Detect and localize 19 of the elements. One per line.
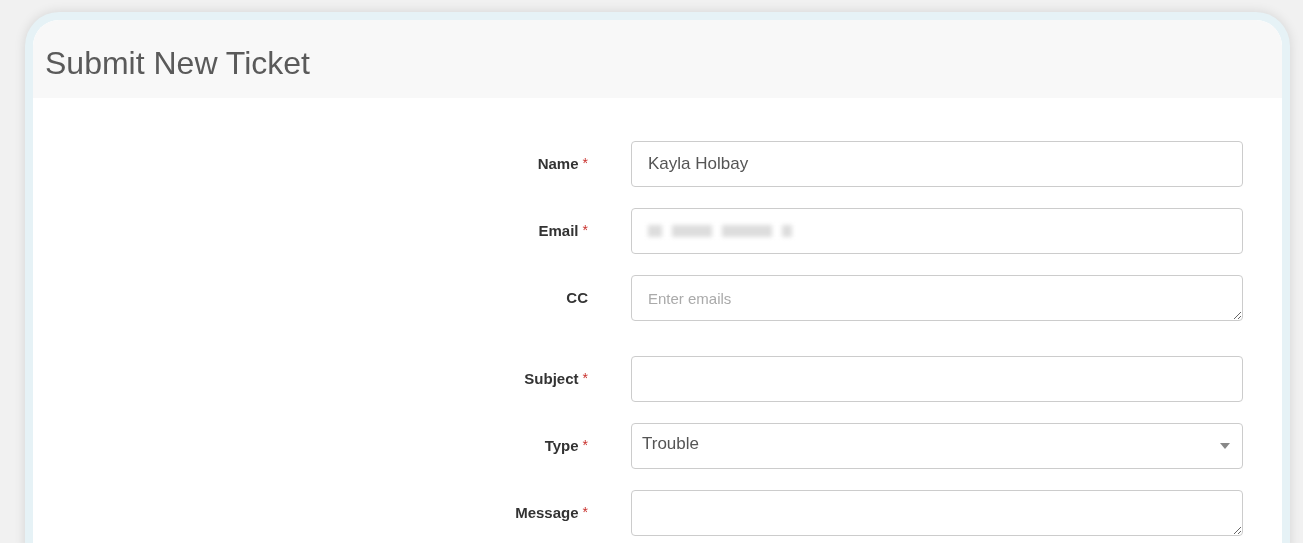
field-label: Type (544, 435, 579, 456)
field-label: Message (515, 502, 579, 523)
field-label: CC (566, 287, 588, 308)
field-label: Name (537, 153, 579, 174)
required-mark: * (582, 220, 588, 240)
required-mark: * (582, 502, 588, 522)
text-area[interactable]: Enter emails (631, 275, 1243, 321)
field-label: Subject (524, 368, 579, 389)
page-title: Submit New Ticket (45, 44, 311, 83)
caret-icon (1220, 443, 1230, 449)
input-field[interactable] (631, 356, 1243, 402)
required-mark: * (582, 368, 588, 388)
text-area[interactable] (631, 490, 1243, 536)
field-label: Email (538, 220, 579, 241)
required-mark: * (582, 153, 588, 173)
email-field[interactable] (631, 208, 1243, 254)
input-field[interactable]: Kayla Holbay (631, 141, 1243, 187)
type-dropdown[interactable]: Trouble (631, 423, 1243, 469)
required-mark: * (582, 435, 588, 455)
